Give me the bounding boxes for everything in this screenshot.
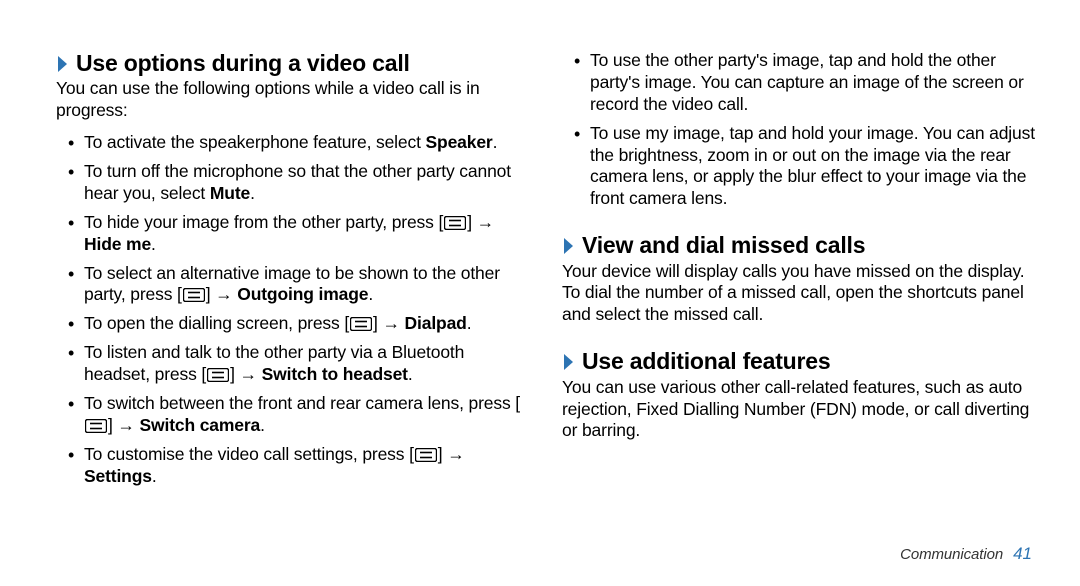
list-item: To switch between the front and rear cam… (66, 393, 532, 437)
menu-key-icon (444, 216, 466, 230)
chevron-right-icon (56, 54, 70, 74)
bold-term: Hide me (84, 234, 151, 254)
list-item: To activate the speakerphone feature, se… (66, 132, 532, 154)
list-item: To use my image, tap and hold your image… (572, 123, 1038, 211)
list-item: To turn off the microphone so that the o… (66, 161, 532, 205)
page-footer: Communication 41 (900, 544, 1032, 564)
footer-page-number: 41 (1013, 544, 1032, 564)
menu-key-icon (207, 368, 229, 382)
footer-section: Communication (900, 546, 1003, 563)
manual-page: Use options during a video call You can … (0, 0, 1080, 586)
heading-missed-calls: View and dial missed calls (562, 232, 1038, 258)
menu-key-icon (85, 419, 107, 433)
list-item: To open the dialling screen, press [] → … (66, 313, 532, 335)
additional-features-body: You can use various other call-related f… (562, 377, 1038, 443)
right-column: To use the other party's image, tap and … (562, 50, 1038, 494)
list-item: To hide your image from the other party,… (66, 212, 532, 256)
bold-term: Speaker (426, 132, 493, 152)
menu-key-icon (415, 448, 437, 462)
list-item: To listen and talk to the other party vi… (66, 342, 532, 386)
continued-list: To use the other party's image, tap and … (572, 50, 1038, 210)
bold-term: Mute (210, 183, 250, 203)
heading-additional-features: Use additional features (562, 348, 1038, 374)
heading-text: View and dial missed calls (582, 232, 865, 258)
left-column: Use options during a video call You can … (56, 50, 532, 494)
heading-use-options: Use options during a video call (56, 50, 532, 76)
bold-term: Switch to headset (262, 364, 408, 384)
chevron-right-icon (562, 236, 576, 256)
two-column-layout: Use options during a video call You can … (56, 50, 1038, 494)
chevron-right-icon (562, 352, 576, 372)
bold-term: Settings (84, 466, 152, 486)
intro-text: You can use the following options while … (56, 78, 532, 122)
bold-term: Dialpad (405, 313, 467, 333)
options-list: To activate the speakerphone feature, se… (66, 132, 532, 487)
list-item: To customise the video call settings, pr… (66, 444, 532, 488)
bold-term: Switch camera (140, 415, 261, 435)
menu-key-icon (350, 317, 372, 331)
missed-calls-body: Your device will display calls you have … (562, 261, 1038, 327)
bold-term: Outgoing image (237, 284, 368, 304)
heading-text: Use options during a video call (76, 50, 410, 76)
list-item: To select an alternative image to be sho… (66, 263, 532, 307)
heading-text: Use additional features (582, 348, 830, 374)
menu-key-icon (183, 288, 205, 302)
list-item: To use the other party's image, tap and … (572, 50, 1038, 116)
